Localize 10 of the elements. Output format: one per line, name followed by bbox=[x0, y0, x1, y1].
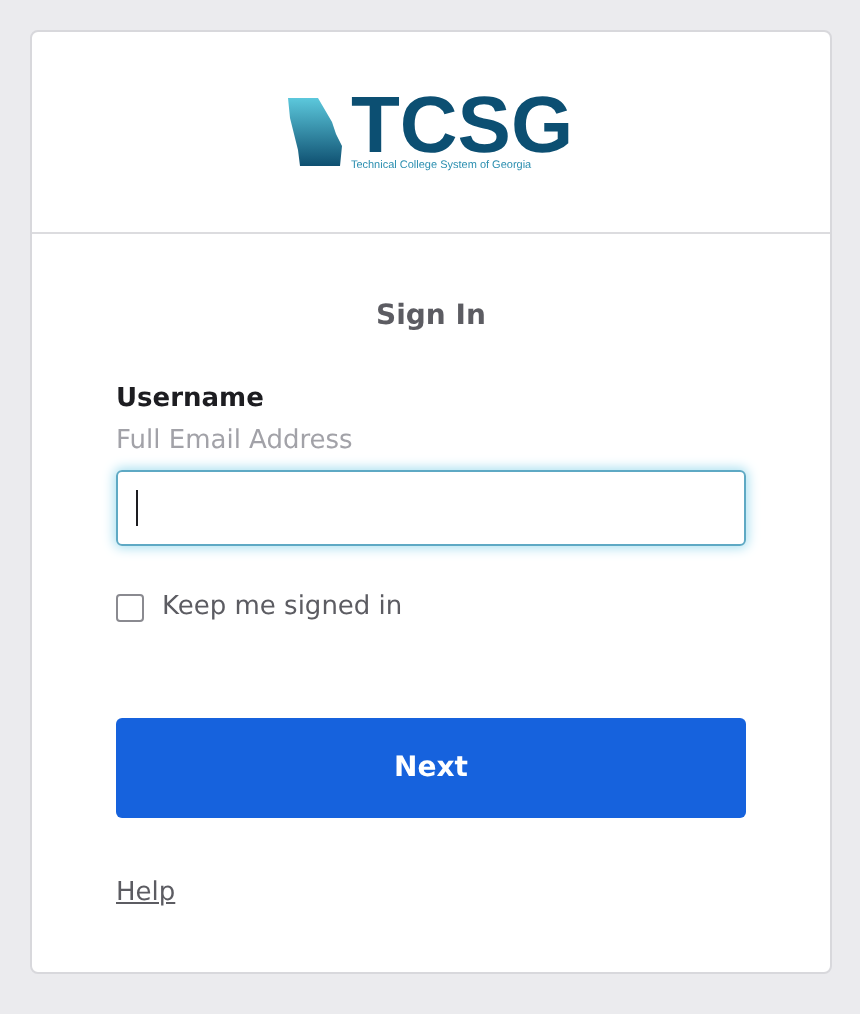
logo-wordmark: TCSG bbox=[350, 92, 574, 160]
help-link[interactable]: Help bbox=[116, 878, 176, 908]
keep-signed-in-checkbox[interactable] bbox=[116, 593, 144, 621]
username-hint: Full Email Address bbox=[116, 426, 355, 456]
keep-signed-in-label: Keep me signed in bbox=[162, 592, 403, 622]
next-button[interactable]: Next bbox=[116, 718, 746, 818]
username-label: Username bbox=[116, 384, 266, 414]
username-field[interactable] bbox=[116, 470, 746, 546]
form-title: Sign In bbox=[374, 300, 488, 332]
state-map-icon bbox=[288, 98, 345, 166]
